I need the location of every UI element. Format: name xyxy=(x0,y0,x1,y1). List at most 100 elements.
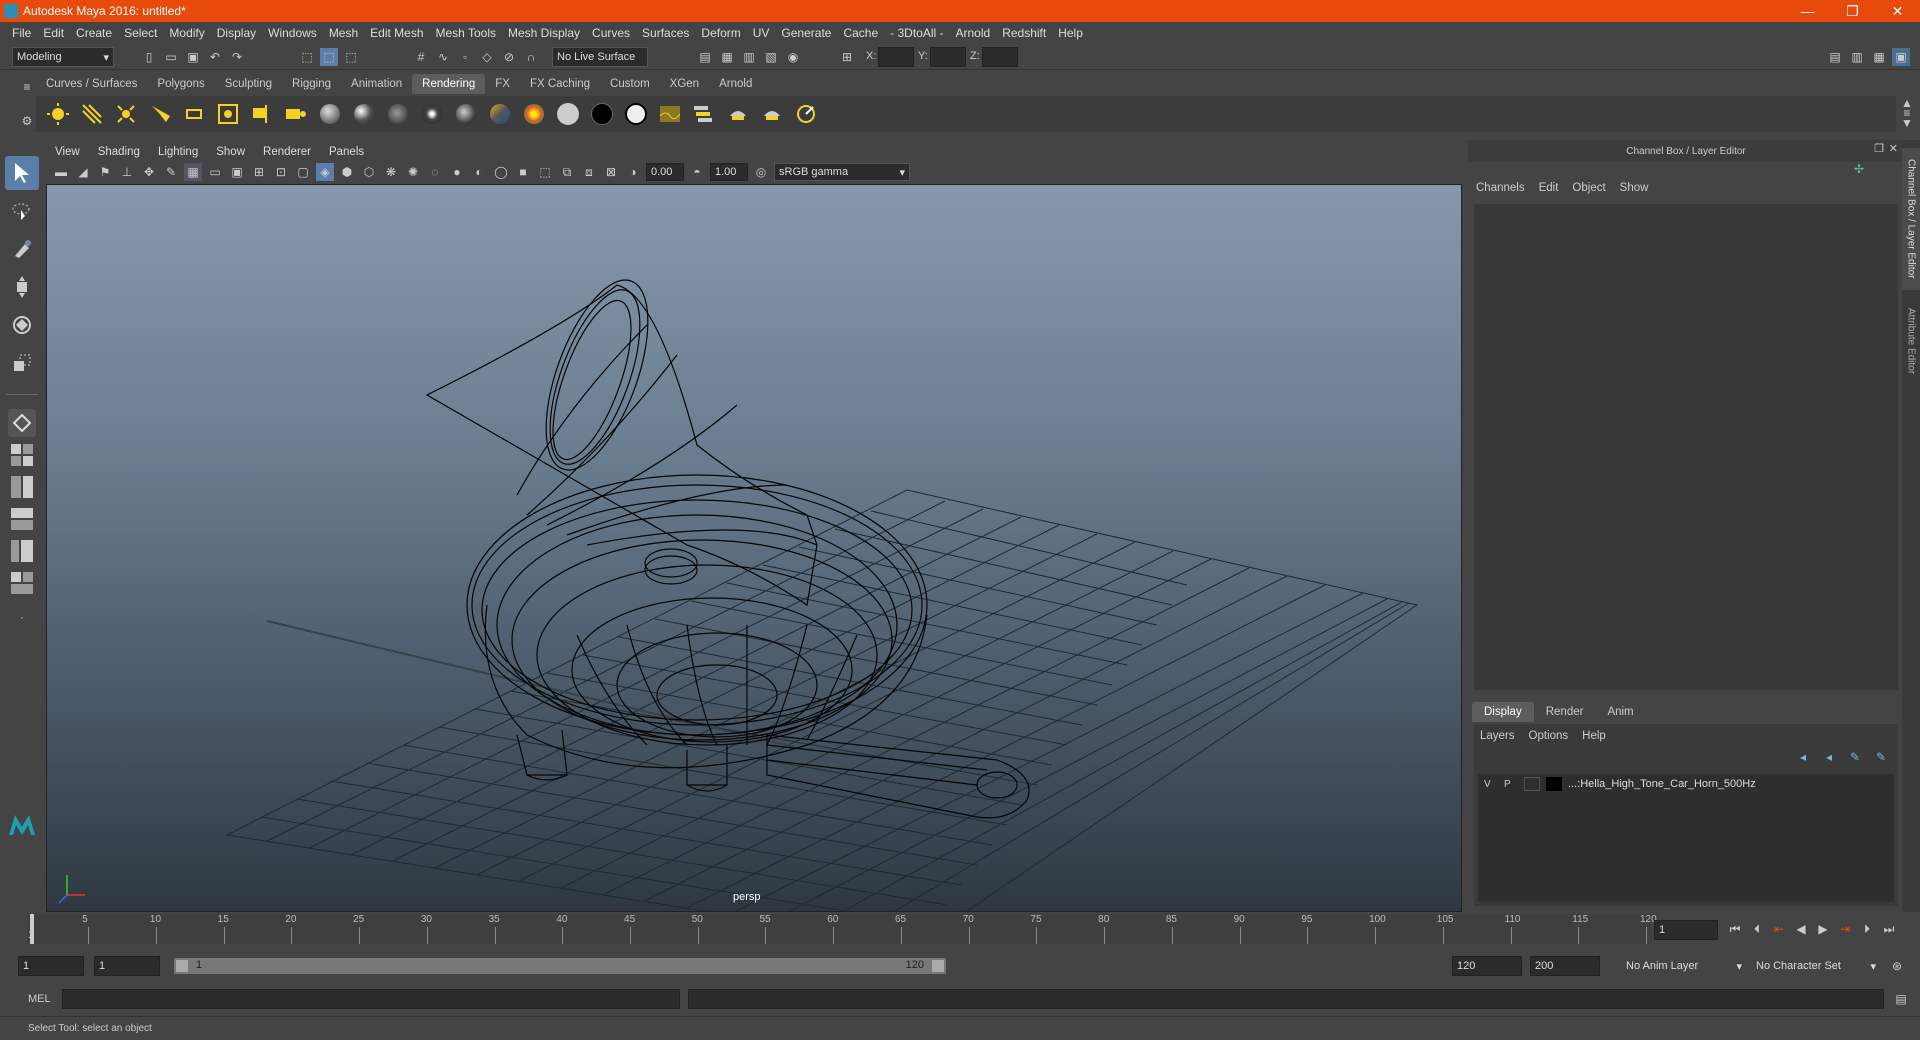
viewport-menu-view[interactable]: View xyxy=(46,146,89,158)
y-field[interactable] xyxy=(930,47,966,67)
rotate-tool-icon[interactable] xyxy=(5,308,39,342)
attribute-editor-icon[interactable]: ▥ xyxy=(1848,48,1866,66)
white-sphere-icon[interactable] xyxy=(554,100,582,128)
new-scene-icon[interactable]: ▯ xyxy=(140,48,158,66)
ipr-teapot-icon[interactable] xyxy=(758,100,786,128)
shelf-tab-fx[interactable]: FX xyxy=(485,74,520,94)
mode-dropdown[interactable]: Modeling ▾ xyxy=(12,47,114,67)
color-shader-icon[interactable] xyxy=(520,100,548,128)
exposure-icon[interactable]: ◑ xyxy=(624,163,642,181)
shelf-tab-rendering[interactable]: Rendering xyxy=(412,74,486,94)
snap-grid-icon[interactable]: # xyxy=(412,48,430,66)
save-scene-icon[interactable]: ▣ xyxy=(184,48,202,66)
step-back-icon[interactable]: ⏴ xyxy=(1748,920,1766,938)
select-camera-icon[interactable]: ▬ xyxy=(52,163,70,181)
smooth-shade-icon[interactable]: ⬢ xyxy=(338,163,356,181)
menu-generate[interactable]: Generate xyxy=(775,26,837,40)
current-time-marker[interactable] xyxy=(30,914,34,944)
menu-edit-mesh[interactable]: Edit Mesh xyxy=(364,26,429,40)
gate-mask-icon[interactable]: ⊞ xyxy=(250,163,268,181)
menu-layer-help[interactable]: Help xyxy=(1582,730,1606,742)
render-settings-gauge-icon[interactable] xyxy=(792,100,820,128)
motion-blur-icon[interactable]: ◐ xyxy=(470,163,488,181)
snap-curve-icon[interactable]: ∿ xyxy=(434,48,452,66)
menu-edit[interactable]: Edit xyxy=(37,26,70,40)
gamma-icon[interactable]: ◓ xyxy=(688,163,706,181)
xray-components-icon[interactable]: ⊠ xyxy=(602,163,620,181)
lasso-tool-icon[interactable] xyxy=(5,194,39,228)
viewport-menu-shading[interactable]: Shading xyxy=(89,146,149,158)
select-tool-icon[interactable] xyxy=(5,156,39,190)
blinn-sphere-icon[interactable] xyxy=(350,100,378,128)
menu-redshift[interactable]: Redshift xyxy=(996,26,1052,40)
z-field[interactable] xyxy=(982,47,1018,67)
shelf-tab-sculpting[interactable]: Sculpting xyxy=(215,74,282,94)
side-tab-channel-box[interactable]: Channel Box / Layer Editor xyxy=(1902,148,1920,290)
float-panel-icon[interactable]: ❐ xyxy=(1874,142,1884,155)
anti-aliasing-icon[interactable]: ◯ xyxy=(492,163,510,181)
tool-settings-icon[interactable]: ▦ xyxy=(1870,48,1888,66)
scale-tool-icon[interactable] xyxy=(5,346,39,380)
menu-arnold[interactable]: Arnold xyxy=(950,26,997,40)
play-forward-icon[interactable]: ▶ xyxy=(1814,920,1832,938)
manipulator-icon[interactable]: ✢ xyxy=(1854,162,1864,176)
menu-uv[interactable]: UV xyxy=(747,26,776,40)
screen-space-ao-icon[interactable]: ● xyxy=(448,163,466,181)
move-layer-down-icon[interactable]: ◂ xyxy=(1820,748,1838,766)
menu-show[interactable]: Show xyxy=(1620,182,1649,194)
select-component-icon[interactable]: ⬚ xyxy=(342,48,360,66)
playback-start-field[interactable]: 1 xyxy=(94,956,160,976)
hypershade-layout-icon[interactable] xyxy=(8,569,36,597)
render-settings-icon[interactable]: ▧ xyxy=(762,48,780,66)
menu-display[interactable]: Display xyxy=(211,26,262,40)
four-pane-layout-icon[interactable] xyxy=(8,441,36,469)
layer-visibility-toggle[interactable]: V xyxy=(1484,779,1498,790)
film-gate-icon[interactable]: ▭ xyxy=(206,163,224,181)
scroll-down-icon[interactable]: ▼ xyxy=(1898,116,1916,130)
spot-light-icon[interactable] xyxy=(146,100,174,128)
new-empty-layer-icon[interactable]: ✎ xyxy=(1846,748,1864,766)
camera-light-icon[interactable] xyxy=(248,100,276,128)
step-forward-key-icon[interactable]: ⇥ xyxy=(1836,920,1854,938)
grease-pencil-icon[interactable]: ✎ xyxy=(162,163,180,181)
go-to-end-icon[interactable]: ⏭ xyxy=(1880,920,1898,938)
shelf-tab-arnold[interactable]: Arnold xyxy=(709,74,762,94)
menu-deform[interactable]: Deform xyxy=(695,26,746,40)
menu-cache[interactable]: Cache xyxy=(837,26,884,40)
resolution-gate-icon[interactable]: ▣ xyxy=(228,163,246,181)
paint-select-tool-icon[interactable] xyxy=(5,232,39,266)
side-tab-attribute-editor[interactable]: Attribute Editor xyxy=(1902,296,1920,386)
shelf-settings-icon[interactable]: ⚙ xyxy=(18,112,36,130)
single-pane-layout-icon[interactable] xyxy=(8,409,36,437)
layer-playback-toggle[interactable]: P xyxy=(1504,779,1518,790)
menu-channels[interactable]: Channels xyxy=(1476,182,1525,194)
snap-point-icon[interactable]: ◦ xyxy=(456,48,474,66)
shelf-tab-fx-caching[interactable]: FX Caching xyxy=(520,74,600,94)
shelf-tab-polygons[interactable]: Polygons xyxy=(147,74,214,94)
image-plane-icon[interactable]: ⊥ xyxy=(118,163,136,181)
menu-select[interactable]: Select xyxy=(118,26,163,40)
close-panel-icon[interactable]: ✕ xyxy=(1889,142,1898,155)
menu-modify[interactable]: Modify xyxy=(163,26,210,40)
menu-help[interactable]: Help xyxy=(1052,26,1089,40)
outliner-layout-icon[interactable] xyxy=(8,505,36,533)
depth-of-field-icon[interactable]: ■ xyxy=(514,163,532,181)
shelf-tab-xgen[interactable]: XGen xyxy=(660,74,709,94)
menu-mesh-tools[interactable]: Mesh Tools xyxy=(430,26,502,40)
layer-tab-render[interactable]: Render xyxy=(1534,702,1596,722)
script-editor-icon[interactable]: ▤ xyxy=(1892,990,1910,1008)
go-to-start-icon[interactable]: ⏮ xyxy=(1726,920,1744,938)
layer-tab-anim[interactable]: Anim xyxy=(1595,702,1645,722)
isolate-select-icon[interactable]: ⬚ xyxy=(536,163,554,181)
directional-light-icon[interactable] xyxy=(78,100,106,128)
render-view-icon[interactable]: ▤ xyxy=(696,48,714,66)
viewport-menu-renderer[interactable]: Renderer xyxy=(254,146,320,158)
shelf-tab-rigging[interactable]: Rigging xyxy=(282,74,341,94)
camera-icon[interactable] xyxy=(282,100,310,128)
more-layouts-icon[interactable]: · xyxy=(8,607,36,627)
surface-shader-icon[interactable] xyxy=(418,100,446,128)
shadows-icon[interactable]: ◌ xyxy=(426,163,444,181)
move-layer-up-icon[interactable]: ◂ xyxy=(1794,748,1812,766)
menu-options[interactable]: Options xyxy=(1529,730,1569,742)
shelf-tab-curves-surfaces[interactable]: Curves / Surfaces xyxy=(36,74,147,94)
